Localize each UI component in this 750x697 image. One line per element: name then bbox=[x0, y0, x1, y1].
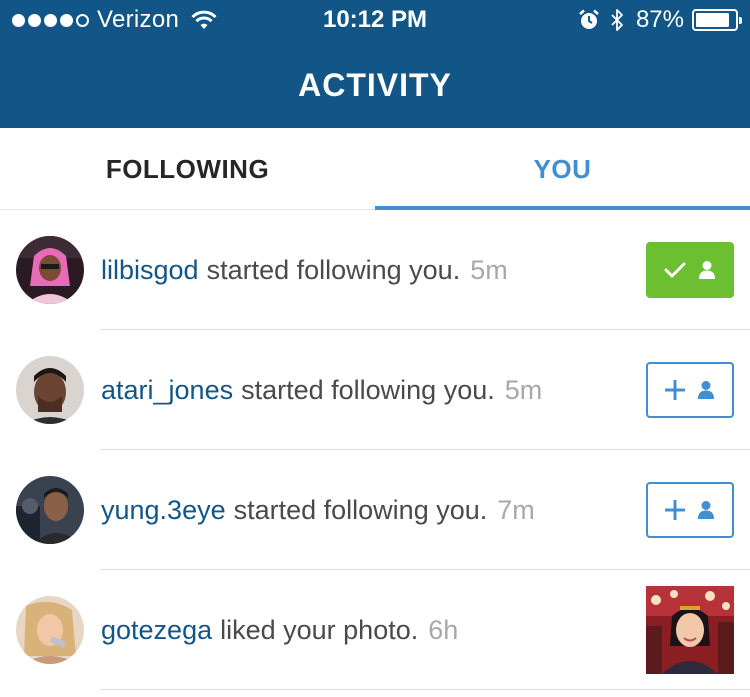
list-item: yung.3eye started following you. 7m bbox=[0, 450, 750, 570]
activity-time: 5m bbox=[470, 254, 508, 285]
activity-time: 6h bbox=[428, 614, 459, 645]
alarm-clock-icon bbox=[579, 9, 599, 29]
activity-action: started following you. bbox=[233, 494, 488, 525]
follow-button[interactable] bbox=[646, 362, 734, 418]
activity-action: started following you. bbox=[206, 254, 461, 285]
activity-text: lilbisgod started following you. 5m bbox=[101, 210, 508, 330]
avatar-image bbox=[16, 236, 84, 304]
avatar-image bbox=[16, 476, 84, 544]
battery-cap bbox=[739, 17, 742, 24]
activity-text: yung.3eye started following you. 7m bbox=[101, 450, 535, 570]
avatar[interactable] bbox=[16, 356, 84, 424]
username-link[interactable]: yung.3eye bbox=[101, 495, 226, 526]
username-link[interactable]: atari_jones bbox=[101, 375, 233, 406]
photo-image bbox=[646, 586, 734, 674]
page-title: ACTIVITY bbox=[298, 67, 452, 103]
tab-you[interactable]: YOU bbox=[375, 128, 750, 210]
username-link[interactable]: gotezega bbox=[101, 615, 212, 646]
username-link[interactable]: lilbisgod bbox=[101, 255, 199, 286]
checkmark-icon bbox=[664, 262, 686, 278]
follow-button[interactable] bbox=[646, 482, 734, 538]
list-item: gotezega liked your photo. 6h bbox=[0, 570, 750, 690]
battery-percentage: 87% bbox=[635, 6, 684, 33]
person-icon bbox=[699, 261, 715, 279]
list-item: atari_jones started following you. 5m bbox=[0, 330, 750, 450]
activity-action: started following you. bbox=[241, 374, 495, 405]
plus-icon bbox=[665, 500, 685, 520]
activity-time: 5m bbox=[504, 374, 543, 405]
status-right: 87% bbox=[578, 6, 742, 34]
battery-level-fill bbox=[696, 13, 730, 27]
activity-text: gotezega liked your photo. 6h bbox=[101, 570, 458, 690]
plus-icon bbox=[665, 380, 685, 400]
status-bar: Verizon 10:12 PM 87% bbox=[0, 0, 750, 40]
photo-thumbnail[interactable] bbox=[646, 586, 734, 674]
app-header: Verizon 10:12 PM 87% ACTIVITY bbox=[0, 0, 750, 128]
activity-tabs: FOLLOWING YOU bbox=[0, 128, 750, 210]
following-button[interactable] bbox=[646, 242, 734, 298]
activity-time: 7m bbox=[497, 494, 535, 525]
avatar[interactable] bbox=[16, 596, 84, 664]
bluetooth-icon bbox=[611, 9, 623, 31]
list-item: lilbisgod started following you. 5m bbox=[0, 210, 750, 330]
avatar-image bbox=[16, 356, 84, 424]
activity-action: liked your photo. bbox=[220, 614, 419, 645]
person-icon bbox=[698, 381, 714, 399]
avatar[interactable] bbox=[16, 236, 84, 304]
person-icon bbox=[698, 501, 714, 519]
tab-following[interactable]: FOLLOWING bbox=[0, 128, 375, 210]
battery-icon bbox=[692, 9, 742, 31]
activity-text: atari_jones started following you. 5m bbox=[101, 330, 542, 450]
activity-list: lilbisgod started following you. 5m atar… bbox=[0, 210, 750, 690]
row-divider bbox=[100, 689, 750, 690]
avatar-image bbox=[16, 596, 84, 664]
avatar[interactable] bbox=[16, 476, 84, 544]
